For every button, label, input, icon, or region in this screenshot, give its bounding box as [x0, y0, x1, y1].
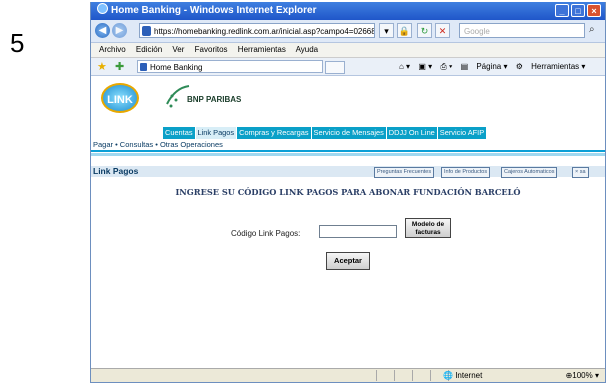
exit-button[interactable]: × sa: [572, 167, 589, 178]
logo-area: LINK BNP PARIBAS: [91, 77, 605, 123]
internet-zone: 🌐 Internet: [443, 371, 483, 380]
main-nav: Cuentas Link Pagos Compras y Recargas Servi…: [163, 127, 487, 139]
page-title: INGRESE SU CÓDIGO LINK PAGOS PARA ABONAR…: [175, 187, 521, 197]
close-button[interactable]: ×: [587, 4, 601, 17]
minimize-button[interactable]: _: [555, 4, 569, 17]
faq-button[interactable]: Preguntas Frecuentes: [374, 167, 435, 178]
tab-page-icon: [140, 63, 147, 71]
add-favorites-icon[interactable]: ✚: [115, 60, 124, 73]
home-icon[interactable]: ⌂ ▾: [399, 62, 410, 71]
maximize-button[interactable]: □: [571, 4, 585, 17]
page-content: LINK BNP PARIBAS Cuentas Link Pagos Compra…: [91, 77, 605, 369]
feeds-icon[interactable]: ▣ ▾: [418, 62, 432, 71]
tab-servicio-afip[interactable]: Servicio AFIP: [437, 127, 487, 139]
code-input[interactable]: [319, 225, 397, 238]
modelo-facturas-button[interactable]: Modelo de facturas: [405, 218, 451, 238]
search-icon[interactable]: ⌕: [589, 24, 595, 35]
forward-icon[interactable]: ▶: [112, 23, 127, 38]
browser-tab[interactable]: Home Banking: [137, 60, 323, 73]
favorites-star-icon[interactable]: ★: [97, 60, 107, 73]
page-icon: [142, 26, 151, 36]
search-input[interactable]: Google: [459, 23, 585, 38]
tab-ddjj[interactable]: DDJJ On Line: [386, 127, 437, 139]
menu-ayuda[interactable]: Ayuda: [296, 45, 319, 54]
atm-button[interactable]: Cajeros Automaticos: [501, 167, 558, 178]
sub-nav[interactable]: Pagar • Consultas • Otras Operaciones: [91, 139, 605, 152]
divider: [91, 153, 605, 156]
zoom-level[interactable]: ⊕100% ▾: [566, 369, 599, 382]
step-number: 5: [10, 28, 25, 58]
status-cells: [359, 370, 453, 381]
lock-icon[interactable]: 🔒: [397, 23, 412, 38]
tab-servicio-mensajes[interactable]: Servicio de Mensajes: [311, 127, 386, 139]
back-icon[interactable]: ◀: [95, 23, 110, 38]
status-bar: 🌐 Internet ⊕100% ▾: [91, 368, 605, 382]
menu-favoritos[interactable]: Favoritos: [195, 45, 228, 54]
tools-menu[interactable]: ⚙ Herramientas ▾: [516, 62, 586, 71]
page-menu[interactable]: ▤ Página ▾: [461, 62, 508, 71]
url-field[interactable]: https://homebanking.redlink.com.ar/inici…: [139, 23, 375, 38]
aceptar-button[interactable]: Aceptar: [326, 252, 370, 270]
browser-window: Home Banking - Windows Internet Explorer…: [90, 2, 606, 383]
bank-name: BNP PARIBAS: [187, 95, 242, 104]
product-info-button[interactable]: Info de Productos: [441, 167, 491, 178]
tab-link-pagos[interactable]: Link Pagos: [195, 127, 237, 139]
window-title: Home Banking - Windows Internet Explorer: [111, 5, 317, 16]
stop-icon[interactable]: ✕: [435, 23, 450, 38]
menu-archivo[interactable]: Archivo: [99, 45, 126, 54]
title-bar: Home Banking - Windows Internet Explorer…: [91, 2, 605, 20]
print-icon[interactable]: ⎙ ▾: [440, 62, 452, 71]
page-header: Link Pagos Preguntas Frecuentes Info de …: [91, 166, 605, 178]
new-tab-button[interactable]: [325, 61, 345, 74]
page-heading: Link Pagos: [93, 166, 139, 176]
favorites-bar: ★ ✚ Home Banking ⌂ ▾ ▣ ▾ ⎙ ▾ ▤ Página ▾ …: [91, 58, 605, 76]
tab-cuentas[interactable]: Cuentas: [163, 127, 195, 139]
dropdown-icon[interactable]: ▾: [379, 23, 394, 38]
menu-herramientas[interactable]: Herramientas: [238, 45, 286, 54]
refresh-icon[interactable]: ↻: [417, 23, 432, 38]
address-bar: ◀ ▶ https://homebanking.redlink.com.ar/i…: [91, 20, 605, 43]
menu-ver[interactable]: Ver: [172, 45, 184, 54]
ie-icon: [97, 3, 108, 14]
code-label: Código Link Pagos:: [231, 229, 301, 238]
tab-compras-recargas[interactable]: Compras y Recargas: [237, 127, 311, 139]
globe-icon: 🌐: [443, 371, 453, 380]
link-logo: LINK: [101, 83, 139, 113]
menu-edicion[interactable]: Edición: [136, 45, 162, 54]
command-bar: ⌂ ▾ ▣ ▾ ⎙ ▾ ▤ Página ▾ ⚙ Herramientas ▾: [393, 58, 585, 75]
menu-bar: Archivo Edición Ver Favoritos Herramient…: [91, 43, 605, 58]
